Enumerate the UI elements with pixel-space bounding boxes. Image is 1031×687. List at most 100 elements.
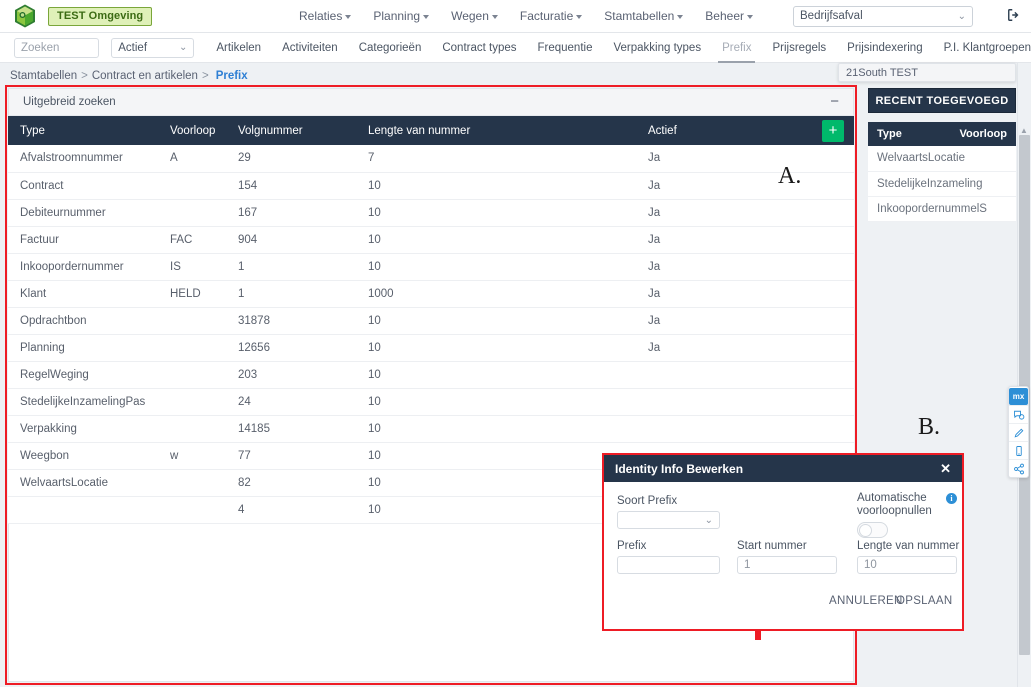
- cell-actions: [806, 199, 854, 227]
- recent-list-item[interactable]: WelvaartsLocatie: [868, 146, 1016, 172]
- cell-volgnummer: 154: [226, 172, 356, 200]
- status-filter-select[interactable]: Actief ⌄: [111, 37, 195, 58]
- table-row[interactable]: Opdrachtbon 31878 10 Ja: [8, 307, 854, 335]
- application-window: TEST Omgeving Relaties Planning Wegen Fa…: [0, 0, 1031, 687]
- prefix-label: Prefix: [617, 540, 647, 552]
- global-search-placeholder: Zoeken: [21, 41, 60, 54]
- table-row[interactable]: Klant HELD 1 1000 Ja: [8, 280, 854, 308]
- cell-voorloop: [158, 334, 226, 362]
- recent-item-type: WelvaartsLocatie: [868, 146, 965, 172]
- tab-contract-types[interactable]: Contract types: [442, 33, 516, 63]
- save-button[interactable]: OPSLAAN: [896, 595, 952, 607]
- breadcrumb-root[interactable]: Stamtabellen: [10, 70, 77, 82]
- cell-lengte: 10: [356, 226, 636, 254]
- cell-lengte: 10: [356, 388, 636, 416]
- page-scrollbar-track[interactable]: ▲: [1017, 63, 1031, 687]
- recent-list-item[interactable]: StedelijkeInzameling: [868, 171, 1016, 197]
- prefix-input[interactable]: [617, 556, 720, 574]
- menu-stamtabellen[interactable]: Stamtabellen: [604, 9, 684, 23]
- logo-wrap[interactable]: TEST Omgeving: [14, 4, 153, 28]
- recent-item-type: StedelijkeInzameling: [868, 171, 982, 197]
- recent-sidebar: RECENT TOEGEVOEGD Type Voorloop Welvaart…: [868, 88, 1016, 222]
- menu-relaties[interactable]: Relaties: [299, 9, 352, 23]
- table-row[interactable]: Inkoopordernummer IS 1 10 Ja: [8, 253, 854, 281]
- table-row[interactable]: RegelWeging 203 10: [8, 361, 854, 389]
- tab-verpakking-types[interactable]: Verpakking types: [613, 33, 701, 63]
- table-row[interactable]: Factuur FAC 904 10 Ja: [8, 226, 854, 254]
- cell-actief: Ja: [636, 280, 806, 308]
- start-nummer-input[interactable]: 1: [737, 556, 837, 574]
- logout-icon[interactable]: [1007, 8, 1021, 25]
- table-row[interactable]: Debiteurnummer 167 10 Ja: [8, 199, 854, 227]
- cell-actief: Ja: [636, 226, 806, 254]
- cell-actief: Ja: [636, 307, 806, 335]
- table-row[interactable]: Afvalstroomnummer A 29 7 Ja: [8, 145, 854, 173]
- table-row[interactable]: Planning 12656 10 Ja: [8, 334, 854, 362]
- menu-wegen[interactable]: Wegen: [451, 9, 498, 23]
- chat-icon[interactable]: [1009, 405, 1028, 423]
- chevron-down-icon: [345, 14, 352, 19]
- cell-actions: [806, 226, 854, 254]
- cell-actief: [636, 388, 806, 416]
- menu-planning[interactable]: Planning: [373, 9, 430, 23]
- col-header-type[interactable]: Type: [8, 116, 158, 145]
- cell-voorloop: [158, 388, 226, 416]
- cell-lengte: 1000: [356, 280, 636, 308]
- cell-voorloop: [158, 415, 226, 443]
- section-tabs: Artikelen Activiteiten Categorieën Contr…: [216, 33, 1031, 63]
- tab-categorieen[interactable]: Categorieën: [359, 33, 422, 63]
- recent-list-item[interactable]: InkoopordernummelS: [868, 196, 1016, 222]
- tab-prefix[interactable]: Prefix: [718, 33, 756, 63]
- mobile-icon[interactable]: [1009, 441, 1028, 459]
- lengte-van-nummer-input[interactable]: 10: [857, 556, 957, 574]
- cell-lengte: 10: [356, 253, 636, 281]
- prefix-table-head: Type Voorloop Volgnummer Lengte van numm…: [8, 116, 854, 145]
- start-nummer-label: Start nummer: [737, 540, 807, 552]
- close-icon[interactable]: ✕: [940, 462, 951, 475]
- cell-voorloop: IS: [158, 253, 226, 281]
- tab-activiteiten[interactable]: Activiteiten: [282, 33, 338, 63]
- cancel-button[interactable]: ANNULEREN: [829, 595, 903, 607]
- add-prefix-button[interactable]: +: [822, 119, 844, 142]
- tab-pi-klantgroepen[interactable]: P.I. Klantgroepen: [944, 33, 1031, 63]
- cell-voorloop: [158, 496, 226, 524]
- col-header-voorloop[interactable]: Voorloop: [158, 116, 226, 145]
- main-menu: Relaties Planning Wegen Facturatie Stamt…: [299, 5, 1031, 27]
- tab-prijsindexering[interactable]: Prijsindexering: [847, 33, 922, 63]
- table-row[interactable]: Contract 154 10 Ja: [8, 172, 854, 200]
- col-header-lengte-van-nummer[interactable]: Lengte van nummer: [356, 116, 636, 145]
- chevron-down-icon: [747, 14, 753, 19]
- info-icon[interactable]: i: [946, 493, 957, 504]
- soort-prefix-label: Soort Prefix: [617, 495, 678, 507]
- menu-beheer[interactable]: Beheer: [705, 9, 753, 23]
- pencil-glyph: [1014, 428, 1023, 437]
- mx-logo-icon[interactable]: mx: [1009, 388, 1028, 405]
- company-select[interactable]: Bedrijfsafval ⌄: [793, 5, 973, 27]
- global-search-input[interactable]: Zoeken: [14, 37, 100, 58]
- tab-activiteiten-label: Activiteiten: [282, 41, 338, 54]
- cell-volgnummer: 904: [226, 226, 356, 254]
- auto-leading-zeros-label: Automatische voorloopnullen: [857, 492, 932, 517]
- cell-type: Planning: [8, 334, 158, 362]
- col-header-actief[interactable]: Actief: [636, 116, 806, 145]
- menu-stamtabellen-label: Stamtabellen: [604, 9, 675, 23]
- mobile-glyph: [1015, 445, 1022, 456]
- auto-leading-zeros-toggle[interactable]: [857, 522, 888, 538]
- menu-facturatie[interactable]: Facturatie: [520, 9, 583, 23]
- share-icon[interactable]: [1009, 459, 1028, 477]
- table-row[interactable]: StedelijkeInzamelingPas 24 10: [8, 388, 854, 416]
- breadcrumb-mid[interactable]: Contract en artikelen: [92, 70, 198, 82]
- tab-frequentie[interactable]: Frequentie: [538, 33, 593, 63]
- cell-lengte: 10: [356, 415, 636, 443]
- chevron-down-icon: ⌄: [178, 42, 188, 53]
- soort-prefix-select[interactable]: ⌄: [617, 511, 720, 529]
- sub-navigation-bar: Zoeken Actief ⌄ Artikelen Activiteiten C…: [0, 33, 1031, 63]
- table-row[interactable]: Verpakking 14185 10: [8, 415, 854, 443]
- col-header-volgnummer[interactable]: Volgnummer: [226, 116, 356, 145]
- minus-icon[interactable]: −: [830, 94, 839, 109]
- pencil-icon[interactable]: [1009, 423, 1028, 441]
- tab-artikelen[interactable]: Artikelen: [216, 33, 261, 63]
- tab-prijsregels[interactable]: Prijsregels: [772, 33, 826, 63]
- tab-prefix-label: Prefix: [722, 41, 752, 54]
- tenant-tooltip: 21South TEST: [838, 63, 1016, 82]
